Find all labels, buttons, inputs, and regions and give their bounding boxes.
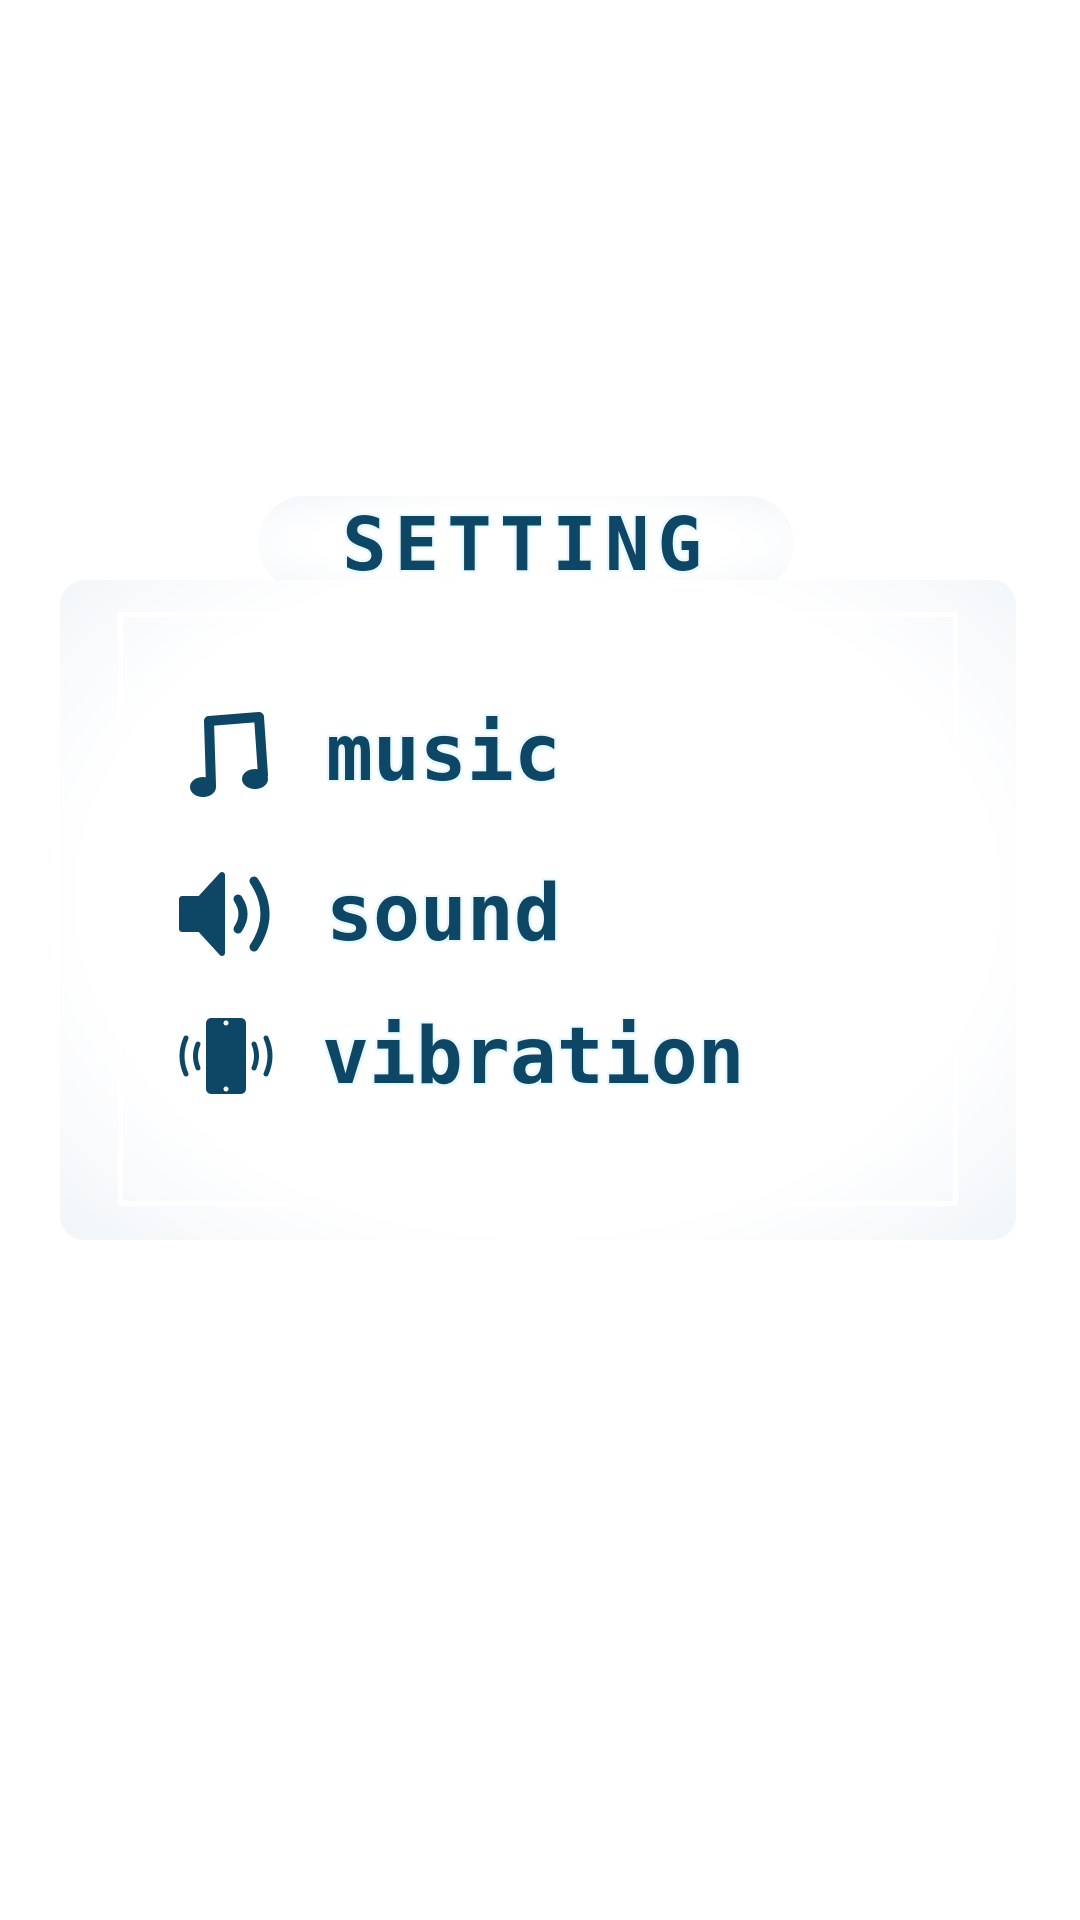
setting-label-vibration: vibration [322, 1012, 745, 1102]
speaker-icon [170, 859, 282, 969]
settings-panel: music sound vibration [60, 580, 1016, 1240]
settings-screen: SETTING music sound vibration [0, 0, 1080, 1920]
setting-row-vibration[interactable]: vibration [170, 1002, 745, 1112]
setting-row-music[interactable]: music [170, 699, 561, 809]
setting-label-sound: sound [326, 869, 561, 959]
setting-label-music: music [326, 709, 561, 799]
setting-row-sound[interactable]: sound [170, 859, 561, 969]
music-note-icon [170, 699, 282, 809]
settings-title: SETTING [342, 502, 710, 588]
phone-vibration-icon [170, 1002, 282, 1112]
